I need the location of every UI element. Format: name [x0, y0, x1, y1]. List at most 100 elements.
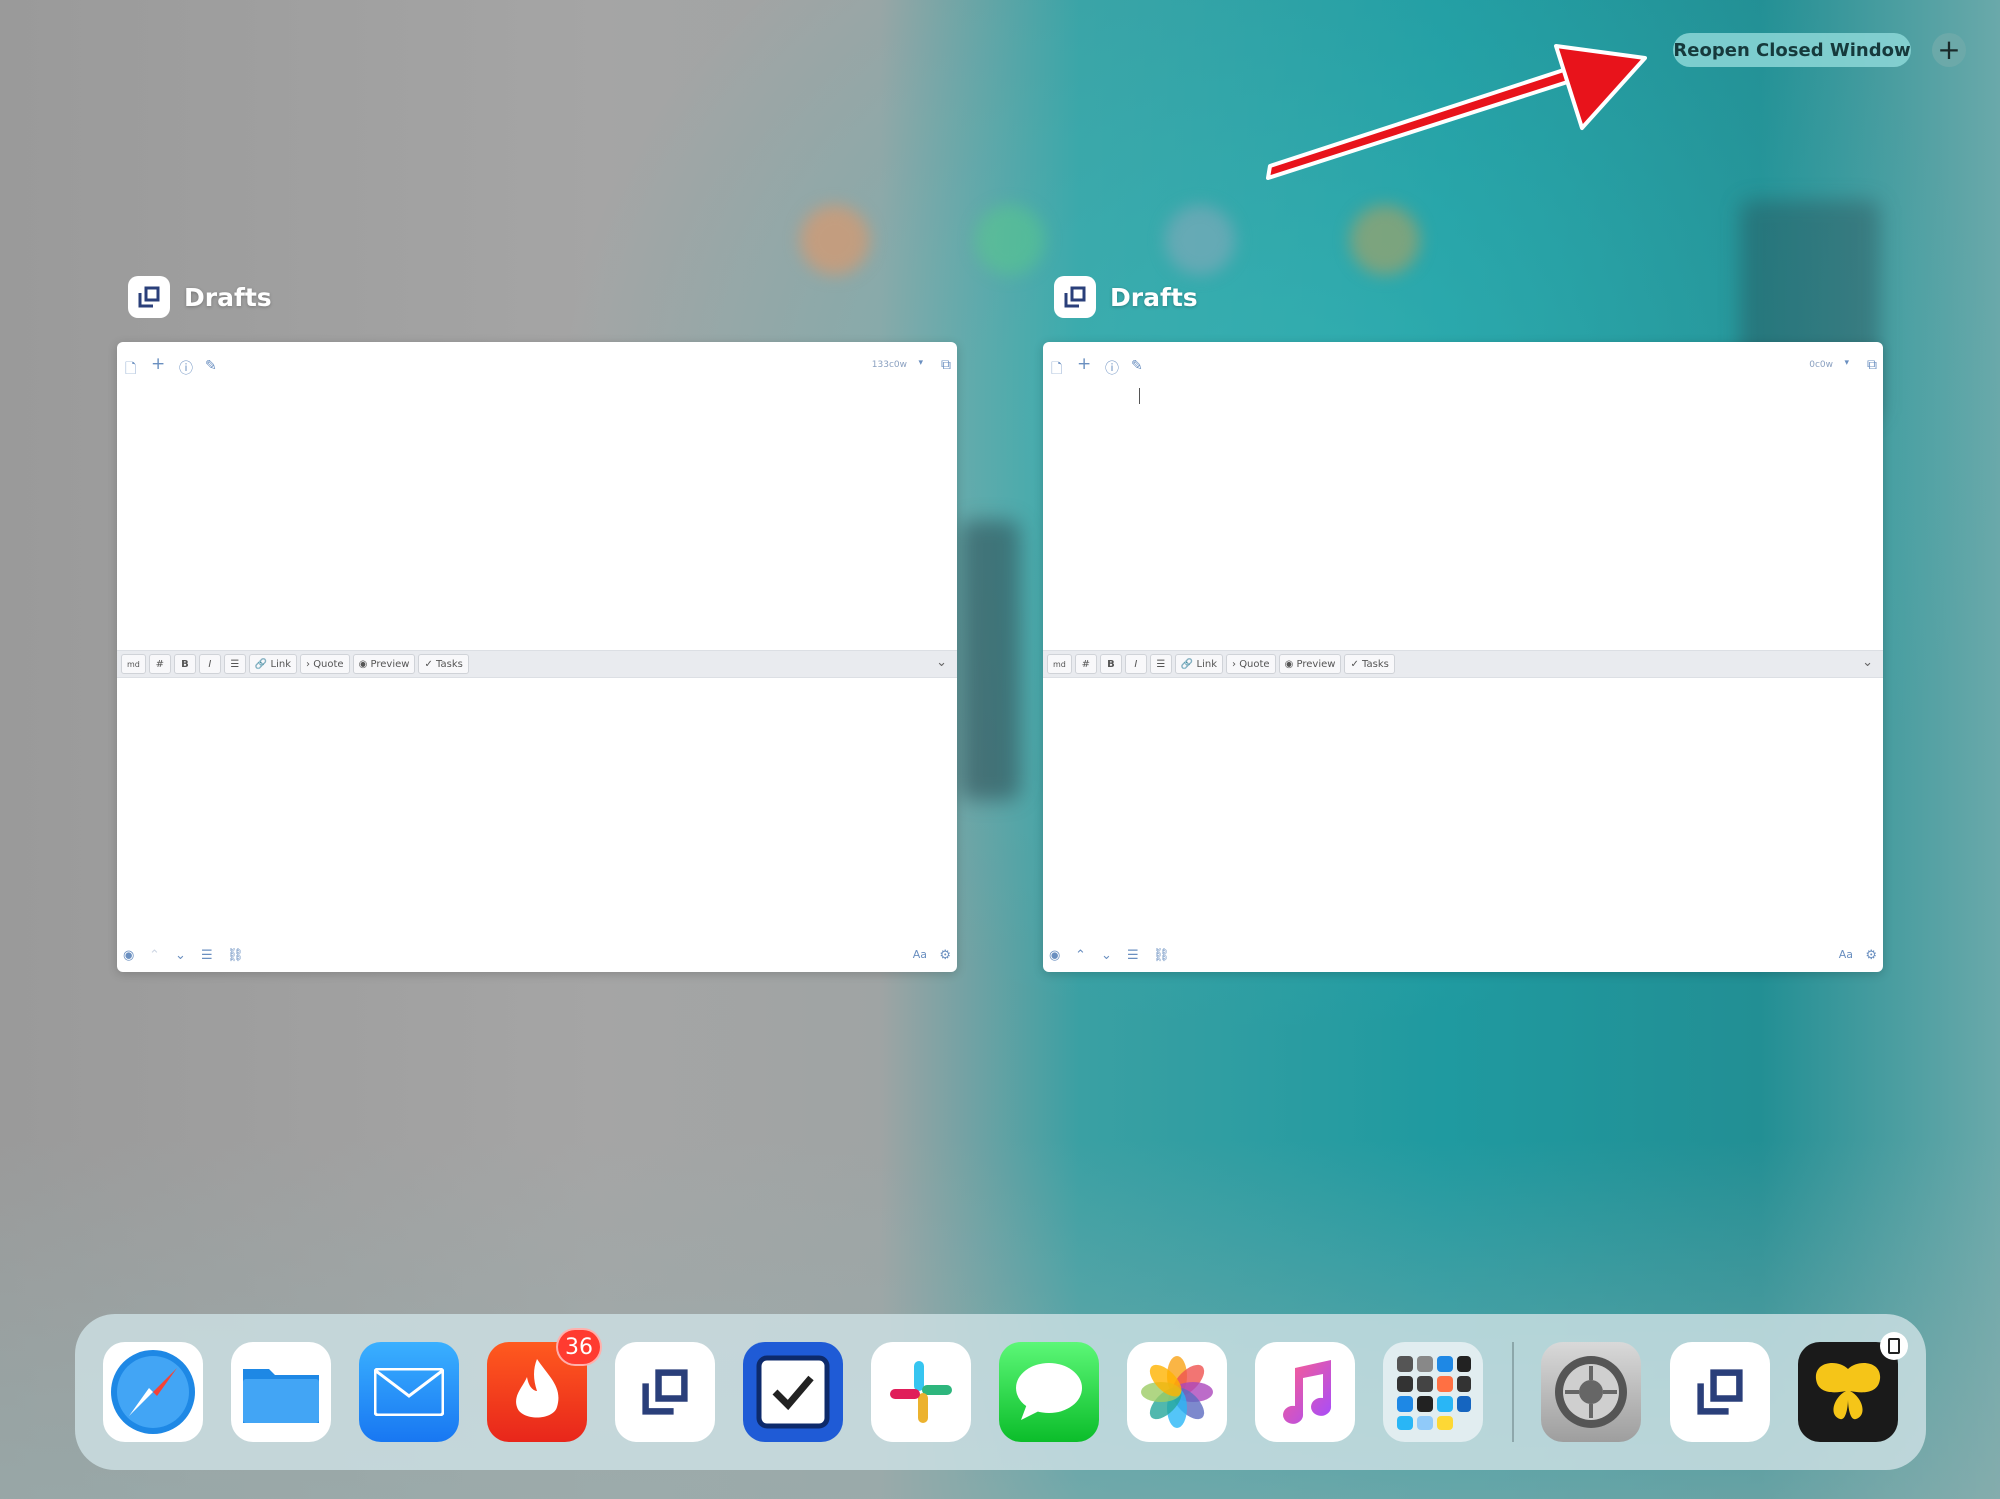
plus-icon[interactable]: +	[151, 354, 165, 374]
settings-app-icon[interactable]	[1541, 1342, 1641, 1442]
tasks-key[interactable]: ✓ Tasks	[418, 654, 469, 674]
quote-key[interactable]: › Quote	[300, 654, 350, 674]
link-icon: 🔗	[1180, 658, 1194, 670]
app-name: Drafts	[184, 282, 272, 312]
photos-app-icon[interactable]	[1127, 1342, 1227, 1442]
app-label: Drafts	[128, 276, 272, 318]
expand-icon[interactable]: ⧉	[941, 357, 951, 373]
italic-key[interactable]: I	[198, 654, 221, 674]
settings-icon[interactable]: ⚙	[1865, 948, 1877, 963]
chevron-up-icon[interactable]: ⌃	[149, 948, 160, 963]
reopen-closed-window-button[interactable]: Reopen Closed Window	[1673, 33, 1911, 67]
bold-key[interactable]: B	[1099, 654, 1122, 674]
chevron-down-icon[interactable]: ▾	[1844, 358, 1849, 368]
check-circle-icon: ✓	[424, 658, 433, 670]
info-icon[interactable]: ⓘ	[1105, 358, 1119, 378]
new-doc-icon[interactable]: 🗋	[1051, 358, 1062, 382]
markdown-key[interactable]: md	[1047, 654, 1072, 674]
chevron-down-icon[interactable]: ⌄	[175, 948, 186, 963]
safari-app-icon[interactable]	[103, 1342, 203, 1442]
drafts-app-icon	[128, 276, 170, 318]
blurred-icon	[975, 205, 1045, 275]
chevron-down-icon[interactable]: ▾	[918, 358, 923, 368]
preview-key[interactable]: ◉ Preview	[1278, 654, 1342, 674]
quote-label: Quote	[313, 658, 344, 670]
link-key[interactable]: 🔗 Link	[1174, 654, 1223, 674]
blurred-icon	[1165, 205, 1235, 275]
bold-key[interactable]: B	[173, 654, 196, 674]
music-app-icon[interactable]	[1255, 1342, 1355, 1442]
ipad-badge-icon	[1880, 1332, 1908, 1360]
eye-icon: ◉	[358, 658, 368, 670]
heading-key[interactable]: #	[148, 654, 171, 674]
keyboard-toolbar: md # B I ☰ 🔗 Link › Quote ◉ Preview ✓ Ta…	[117, 650, 957, 678]
new-window-button[interactable]: +	[1932, 33, 1966, 67]
bottom-toolbar: ◉ ⌃ ⌄ ☰ ⛓ Aa ⚙	[1043, 946, 1883, 970]
markdown-key[interactable]: md	[121, 654, 146, 674]
tasks-app-icon[interactable]	[743, 1342, 843, 1442]
notification-badge: 36	[556, 1328, 602, 1366]
word-count[interactable]: 133c0w	[872, 360, 907, 370]
info-icon[interactable]: ⓘ	[179, 358, 193, 378]
collapse-chevron-icon[interactable]: ⌄	[936, 655, 947, 670]
list-icon: ☰	[1156, 658, 1166, 670]
outline-icon[interactable]: ☰	[1127, 948, 1139, 963]
files-app-icon[interactable]	[231, 1342, 331, 1442]
drafts-app-icon[interactable]	[1670, 1342, 1770, 1442]
blurred-window-shape	[960, 520, 1020, 800]
word-count[interactable]: 0c0w	[1809, 360, 1833, 370]
new-doc-icon[interactable]: 🗋	[125, 358, 136, 382]
drafts-app-icon	[1054, 276, 1096, 318]
pencil-icon[interactable]: ✎	[1131, 358, 1143, 374]
dock-separator	[1512, 1342, 1514, 1442]
blurred-icon	[800, 205, 870, 275]
expand-icon[interactable]: ⧉	[1867, 357, 1877, 373]
window-thumbnail[interactable]: 🗋 + ⓘ ✎ 0c0w ▾ ⧉ md # B I ☰ 🔗 Link › Quo…	[1043, 342, 1883, 972]
quote-label: Quote	[1239, 658, 1270, 670]
eye-icon[interactable]: ◉	[123, 948, 134, 963]
app-label: Drafts	[1054, 276, 1198, 318]
link-icon[interactable]: ⛓	[1153, 948, 1170, 963]
messages-app-icon[interactable]	[999, 1342, 1099, 1442]
list-key[interactable]: ☰	[223, 654, 246, 674]
link-label: Link	[270, 658, 291, 670]
plus-icon[interactable]: +	[1077, 354, 1091, 374]
link-label: Link	[1196, 658, 1217, 670]
link-icon[interactable]: ⛓	[227, 948, 244, 963]
keyboard-toolbar: md # B I ☰ 🔗 Link › Quote ◉ Preview ✓ Ta…	[1043, 650, 1883, 678]
tasks-label: Tasks	[436, 658, 463, 670]
chevron-right-icon: ›	[1232, 658, 1236, 670]
italic-key[interactable]: I	[1124, 654, 1147, 674]
eye-icon[interactable]: ◉	[1049, 948, 1060, 963]
preview-label: Preview	[1296, 658, 1336, 670]
drafts-app-icon[interactable]	[615, 1342, 715, 1442]
collapse-chevron-icon[interactable]: ⌄	[1862, 655, 1873, 670]
tasks-key[interactable]: ✓ Tasks	[1344, 654, 1395, 674]
app-folder-icon[interactable]	[1383, 1342, 1483, 1442]
settings-icon[interactable]: ⚙	[939, 948, 951, 963]
preview-key[interactable]: ◉ Preview	[352, 654, 416, 674]
window-thumbnail[interactable]: 🗋 + ⓘ ✎ 133c0w ▾ ⧉ md # B I ☰ 🔗 Link › Q…	[117, 342, 957, 972]
blurred-icon	[1350, 205, 1420, 275]
chevron-up-icon[interactable]: ⌃	[1075, 948, 1086, 963]
pencil-icon[interactable]: ✎	[205, 358, 217, 374]
eye-icon: ◉	[1284, 658, 1294, 670]
mail-app-icon[interactable]	[359, 1342, 459, 1442]
text-cursor	[1139, 388, 1140, 404]
quote-key[interactable]: › Quote	[1226, 654, 1276, 674]
butterfly-app-icon[interactable]	[1798, 1342, 1898, 1442]
list-key[interactable]: ☰	[1149, 654, 1172, 674]
font-size-button[interactable]: Aa	[1839, 948, 1853, 961]
preview-label: Preview	[370, 658, 410, 670]
link-icon: 🔗	[254, 658, 268, 670]
font-size-button[interactable]: Aa	[913, 948, 927, 961]
heading-key[interactable]: #	[1074, 654, 1097, 674]
check-circle-icon: ✓	[1350, 658, 1359, 670]
chevron-right-icon: ›	[306, 658, 310, 670]
outline-icon[interactable]: ☰	[201, 948, 213, 963]
slack-app-icon[interactable]	[871, 1342, 971, 1442]
link-key[interactable]: 🔗 Link	[248, 654, 297, 674]
app-name: Drafts	[1110, 282, 1198, 312]
tasks-label: Tasks	[1362, 658, 1389, 670]
chevron-down-icon[interactable]: ⌄	[1101, 948, 1112, 963]
